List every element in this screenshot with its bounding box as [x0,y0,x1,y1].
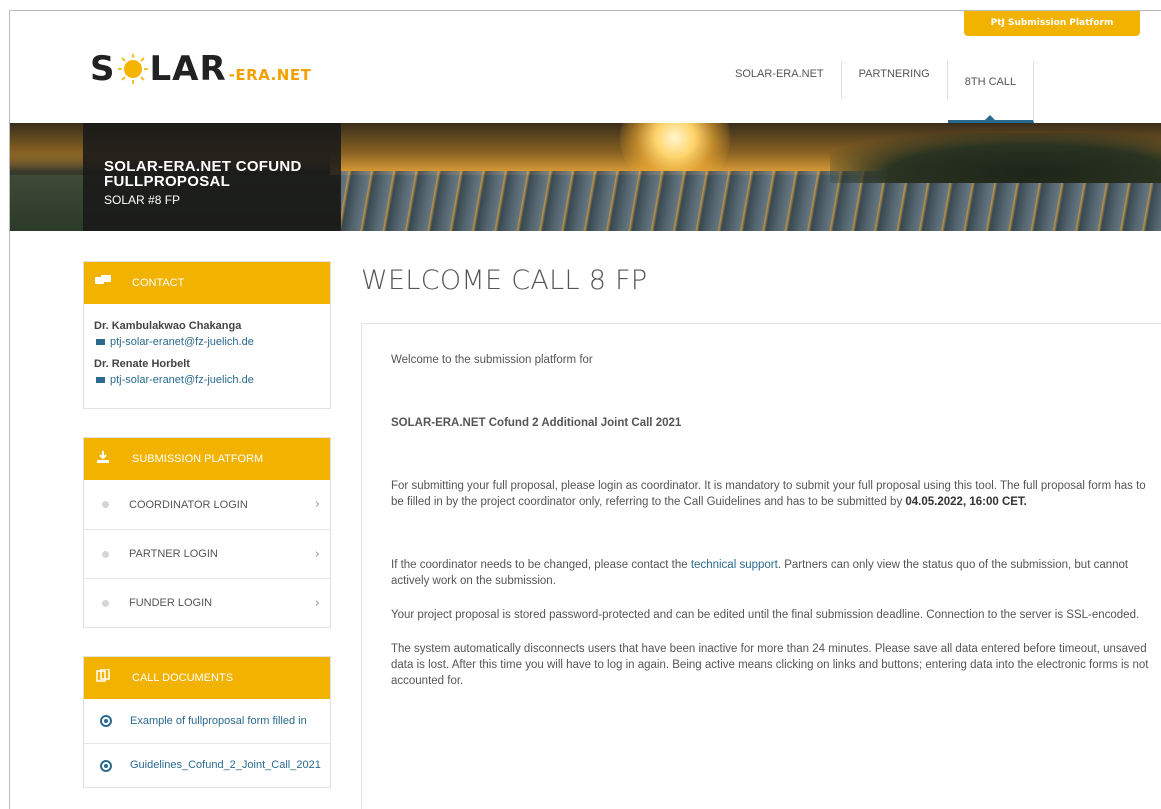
document-label: Example of fullproposal form filled in [130,714,307,727]
bullet-icon [102,599,109,607]
contact-name: Dr. Renate Horbelt [94,358,190,370]
hero-title: SOLAR-ERA.NET COFUND FULLPROPOSAL [104,158,302,190]
submission-platform-heading: SUBMISSION PLATFORM [132,453,264,465]
contact-email-link[interactable]: ptj-solar-eranet@fz-juelich.de [96,374,320,386]
submission-platform-box: SUBMISSION PLATFORM COORDINATOR LOGIN › … [83,437,331,628]
contact-email[interactable]: ptj-solar-eranet@fz-juelich.de [110,336,254,348]
nav-8th-call[interactable]: 8TH CALL [947,61,1035,123]
main-nav: SOLAR-ERA.NET PARTNERING 8TH CALL [718,61,1035,123]
nav-solar-eranet[interactable]: SOLAR-ERA.NET [718,61,842,99]
technical-support-link[interactable]: technical support [691,559,778,571]
download-circle-icon [100,759,112,772]
coordinator-login-label: COORDINATOR LOGIN [129,498,248,511]
main-content: Welcome to the submission platform for S… [361,323,1161,809]
logo-letters-lar: LAR [149,49,227,89]
contact-name: Dr. Kambulakwao Chakanga [94,320,242,332]
documents-icon [84,668,122,687]
funder-login-label: FUNDER LOGIN [129,597,213,609]
bullet-icon [102,501,109,508]
intro-text: Welcome to the submission platform for [391,354,593,366]
page-title: WELCOME CALL 8 FP [361,265,648,296]
funder-login-link[interactable]: FUNDER LOGIN › [84,578,330,627]
call-documents-header: CALL DOCUMENTS [84,657,330,699]
sidebar: CONTACT Dr. Kambulakwao Chakanga ptj-sol… [83,261,331,809]
coordinator-change-text: If the coordinator needs to be changed, … [391,557,1151,589]
contact-body: Dr. Kambulakwao Chakanga ptj-solar-erane… [84,304,330,408]
contact-box: CONTACT Dr. Kambulakwao Chakanga ptj-sol… [83,261,331,409]
solar-eranet-logo[interactable]: S LAR -ERA.NET [90,49,311,89]
download-icon [84,450,122,468]
contact-header: CONTACT [84,262,330,304]
document-link[interactable]: Guidelines_Cofund_2_Joint_Call_2021 [84,743,330,787]
contact-heading: CONTACT [132,277,185,289]
submission-platform-header: SUBMISSION PLATFORM [84,438,330,480]
document-label: Guidelines_Cofund_2_Joint_Call_2021 [130,759,321,771]
download-circle-icon [100,715,112,727]
partner-login-link[interactable]: PARTNER LOGIN › [84,529,330,578]
logo-letter-s: S [90,49,116,89]
chevron-right-icon: › [314,596,320,611]
submit-instructions: For submitting your full proposal, pleas… [391,478,1151,510]
contact-email-link[interactable]: ptj-solar-eranet@fz-juelich.de [96,336,320,348]
chevron-right-icon: › [314,547,320,562]
call-documents-box: CALL DOCUMENTS Example of fullproposal f… [83,656,331,788]
nav-partnering[interactable]: PARTNERING [842,61,948,99]
call-documents-heading: CALL DOCUMENTS [132,672,234,684]
hero-title-box: SOLAR-ERA.NET COFUND FULLPROPOSAL SOLAR … [83,123,341,231]
mail-icon [96,339,105,345]
submission-deadline: 04.05.2022, 16:00 CET. [905,496,1027,508]
document-link[interactable]: Example of fullproposal form filled in [84,699,330,743]
logo-eranet: -ERA.NET [228,66,312,84]
bullet-icon [102,550,109,558]
submit-instructions-text: For submitting your full proposal, pleas… [391,480,1146,508]
password-info: Your project proposal is stored password… [391,609,1140,621]
site-header: PtJ Submission Platform S LAR -ERA.NET S… [10,11,1161,123]
ptj-submission-platform-tab[interactable]: PtJ Submission Platform [964,11,1140,36]
coordinator-login-link[interactable]: COORDINATOR LOGIN › [84,480,330,529]
chat-icon [84,275,122,291]
call-name: SOLAR-ERA.NET Cofund 2 Additional Joint … [391,417,682,429]
hero-subtitle: SOLAR #8 FP [104,193,181,207]
hero-trees [830,133,1161,183]
hero-banner: SOLAR-ERA.NET COFUND FULLPROPOSAL SOLAR … [10,123,1161,231]
partner-login-label: PARTNER LOGIN [129,548,218,560]
chevron-right-icon: › [314,497,320,512]
page-frame: PtJ Submission Platform S LAR -ERA.NET S… [9,10,1161,809]
contact-email[interactable]: ptj-solar-eranet@fz-juelich.de [110,374,254,386]
mail-icon [96,377,105,383]
sun-icon [117,53,149,85]
timeout-info: The system automatically disconnects use… [391,643,1149,687]
coordinator-change-text-a: If the coordinator needs to be changed, … [391,559,691,571]
